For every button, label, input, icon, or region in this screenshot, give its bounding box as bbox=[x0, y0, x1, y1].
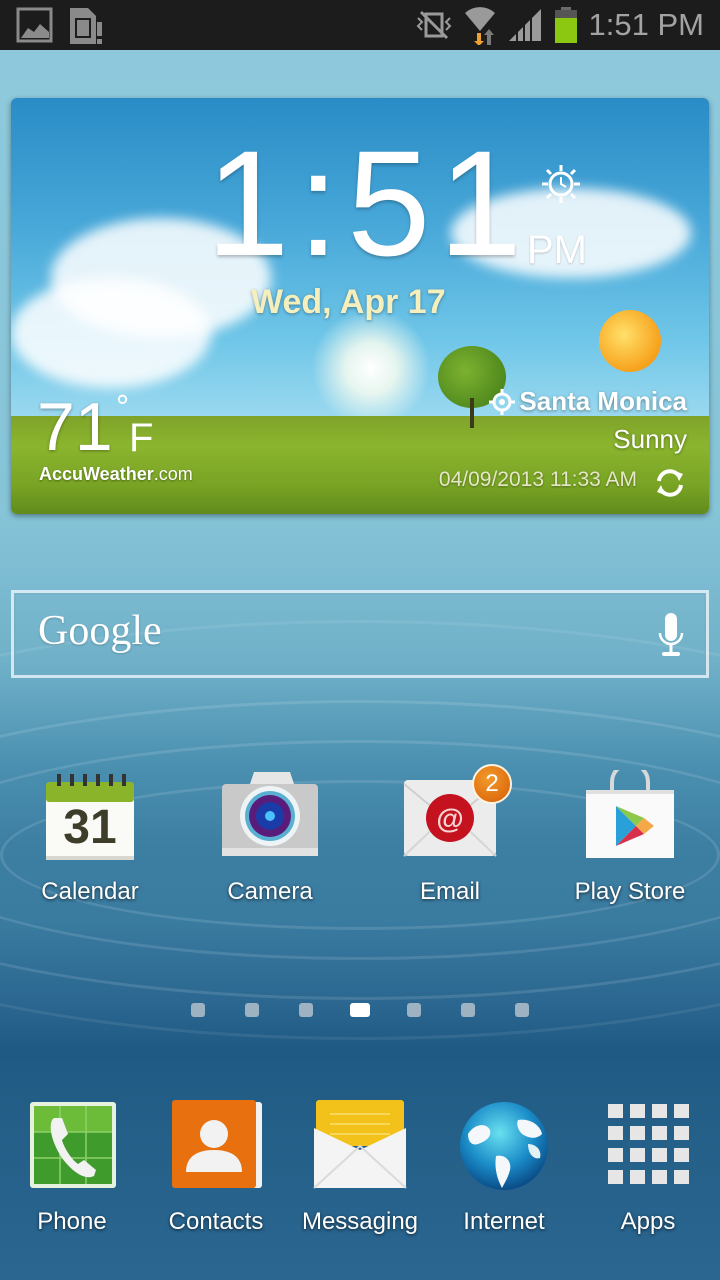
gallery-notification-icon bbox=[16, 7, 53, 43]
accuweather-logo[interactable]: AccuWeather.com bbox=[39, 464, 193, 485]
page-dot[interactable] bbox=[461, 1003, 475, 1017]
weather-clock-widget[interactable]: 1:51 PM Wed, Apr 17 71 ° F AccuWeather.c… bbox=[11, 98, 709, 514]
internet-globe-icon bbox=[456, 1100, 552, 1196]
wifi-icon bbox=[464, 7, 495, 45]
dock-label: Internet bbox=[463, 1208, 545, 1235]
page-indicator[interactable] bbox=[0, 1003, 720, 1017]
dock-label: Apps bbox=[620, 1208, 676, 1235]
play-store-icon bbox=[582, 762, 678, 866]
provider-suffix: .com bbox=[153, 464, 193, 484]
page-dot[interactable] bbox=[299, 1003, 313, 1017]
dock-contacts[interactable]: Contacts bbox=[136, 1100, 296, 1236]
phone-icon bbox=[24, 1100, 120, 1196]
dock-phone[interactable]: Phone bbox=[0, 1100, 152, 1236]
page-dot[interactable] bbox=[515, 1003, 529, 1017]
dock-apps[interactable]: Apps bbox=[568, 1100, 720, 1236]
sd-card-warning-icon bbox=[70, 8, 102, 44]
degree-symbol: ° bbox=[115, 390, 130, 425]
dock-internet[interactable]: Internet bbox=[424, 1100, 584, 1236]
page-dot[interactable] bbox=[407, 1003, 421, 1017]
page-dot[interactable] bbox=[191, 1003, 205, 1017]
app-calendar[interactable]: 31 Calendar bbox=[10, 770, 170, 906]
page-dot-active[interactable] bbox=[350, 1003, 370, 1017]
cloud-decoration bbox=[11, 278, 211, 388]
app-label: Camera bbox=[227, 878, 313, 905]
clock-ampm: PM bbox=[527, 228, 587, 272]
weather-condition: Sunny bbox=[613, 424, 687, 454]
temperature-value: 71 bbox=[37, 389, 113, 465]
weather-sun-icon bbox=[599, 310, 661, 372]
dock-label: Phone bbox=[37, 1208, 107, 1235]
contacts-icon bbox=[168, 1100, 264, 1196]
clock-time: 1:51 bbox=[206, 119, 530, 287]
status-time: 1:51 PM bbox=[588, 7, 704, 42]
vibrate-mute-icon bbox=[416, 10, 451, 40]
app-label: Email bbox=[419, 878, 480, 905]
calendar-icon: 31 bbox=[42, 770, 138, 866]
page-dot[interactable] bbox=[245, 1003, 259, 1017]
app-label: Play Store bbox=[574, 878, 686, 905]
temperature-unit: F bbox=[129, 416, 154, 460]
app-play-store[interactable]: Play Store bbox=[550, 762, 710, 906]
camera-icon bbox=[222, 770, 318, 866]
last-updated-time: 04/09/2013 11:33 AM bbox=[438, 468, 637, 491]
app-email[interactable]: @ 2 Email bbox=[370, 764, 530, 906]
apps-grid-icon bbox=[600, 1100, 696, 1196]
google-search-bar[interactable]: Google bbox=[11, 590, 709, 678]
dock-messaging[interactable]: Messaging bbox=[280, 1100, 440, 1236]
dock-label: Contacts bbox=[168, 1208, 264, 1235]
status-bar[interactable]: 1:51 PM bbox=[0, 0, 720, 50]
location-target-icon bbox=[489, 388, 516, 415]
provider-brand: AccuWeather bbox=[39, 464, 154, 484]
microphone-icon[interactable] bbox=[656, 611, 686, 661]
calendar-day: 31 bbox=[63, 801, 117, 854]
sun-glow bbox=[311, 308, 431, 428]
messaging-icon bbox=[312, 1100, 408, 1196]
tree-trunk bbox=[470, 398, 474, 428]
clock-date: Wed, Apr 17 bbox=[251, 283, 446, 321]
email-unread-badge: 2 bbox=[472, 764, 512, 804]
email-icon: @ 2 bbox=[402, 764, 512, 866]
svg-text:@: @ bbox=[436, 803, 463, 834]
google-logo: Google bbox=[38, 608, 162, 654]
app-camera[interactable]: Camera bbox=[190, 770, 350, 906]
app-label: Calendar bbox=[41, 878, 139, 905]
alarm-sun-clock-icon bbox=[542, 165, 580, 203]
battery-icon bbox=[554, 7, 577, 43]
dock-label: Messaging bbox=[301, 1208, 419, 1235]
refresh-icon[interactable] bbox=[653, 466, 687, 500]
location: Santa Monica bbox=[489, 386, 687, 417]
location-name: Santa Monica bbox=[519, 386, 687, 416]
signal-icon bbox=[508, 9, 541, 41]
